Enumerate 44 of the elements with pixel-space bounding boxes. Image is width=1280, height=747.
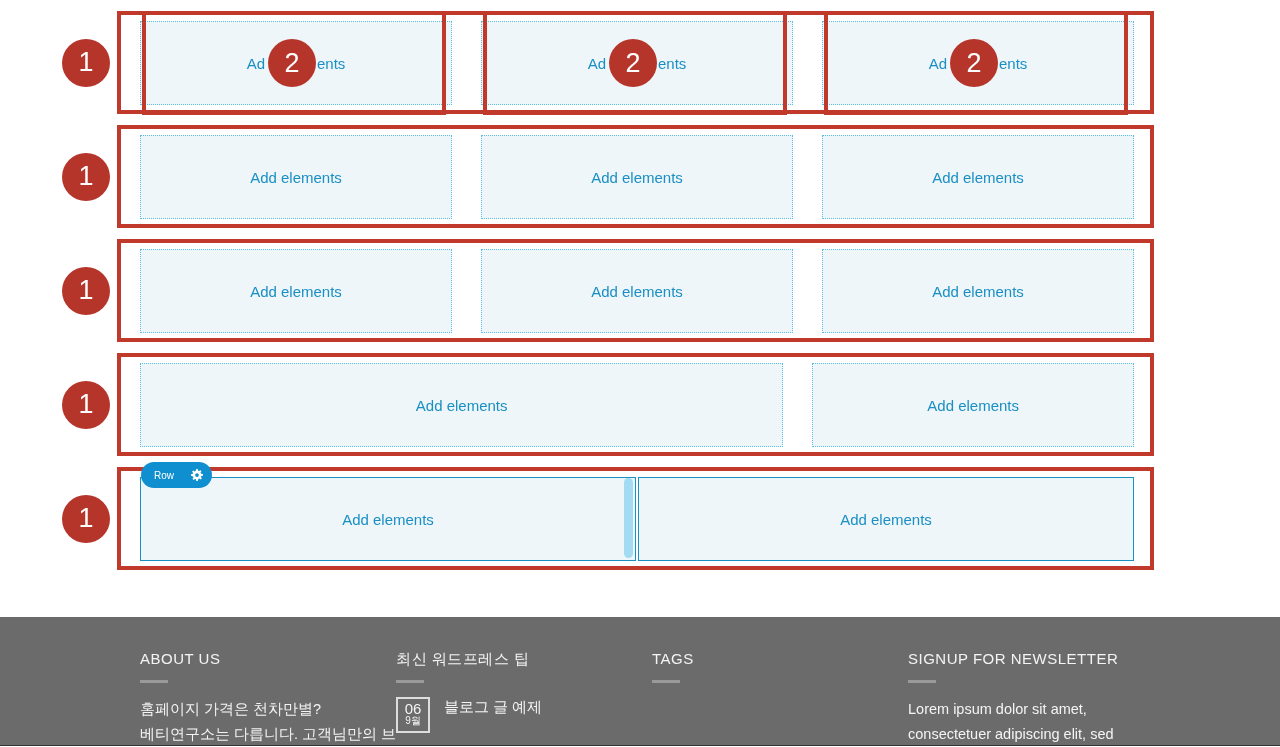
- add-elements-label: Add elements: [591, 168, 683, 186]
- callout-badge: 1: [62, 494, 110, 543]
- add-elements-label: ents: [317, 54, 346, 72]
- callout-badge: 1: [62, 266, 110, 315]
- add-elements-label: Add elements: [591, 282, 683, 300]
- column-dropzone[interactable]: Add elements: [140, 363, 784, 447]
- widget-text: 베티연구소는 다릅니다. 고객님만의 브: [140, 725, 396, 744]
- add-elements-label: Ad: [246, 54, 265, 72]
- add-elements-label: ents: [658, 54, 687, 72]
- column-dropzone[interactable]: Add elements: [822, 135, 1134, 219]
- add-elements-label: Add elements: [342, 510, 434, 528]
- row-tab[interactable]: Row: [141, 462, 212, 488]
- column-dropzone[interactable]: Add elements: [481, 249, 793, 333]
- widget-title: ABOUT US: [140, 649, 222, 669]
- widget-title: 최신 워드프레스 팁: [396, 649, 531, 669]
- post-link[interactable]: 블로그 글 예제: [444, 697, 543, 717]
- date-day: 06: [404, 701, 422, 716]
- resize-handle[interactable]: [624, 478, 633, 558]
- add-elements-label: Add elements: [932, 282, 1024, 300]
- callout-badge: 1: [62, 380, 110, 429]
- callout-badge: 1: [62, 152, 110, 201]
- add-elements-label: Add elements: [250, 282, 342, 300]
- add-elements-label: Ad: [928, 54, 947, 72]
- add-elements-label: Add elements: [250, 168, 342, 186]
- add-elements-label: Add elements: [927, 396, 1019, 414]
- column-dropzone[interactable]: Add elements: [140, 249, 452, 333]
- column-dropzone[interactable]: Add elements: [822, 249, 1134, 333]
- column-dropzone[interactable]: Add elements: [638, 477, 1134, 561]
- widget-text: Lorem ipsum dolor sit amet,: [908, 700, 1088, 719]
- widget-title: SIGNUP FOR NEWSLETTER: [908, 649, 1120, 669]
- settings-icon[interactable]: [191, 469, 203, 481]
- add-elements-label: Ad: [587, 54, 606, 72]
- add-elements-label: Add elements: [840, 510, 932, 528]
- add-elements-label: Add elements: [932, 168, 1024, 186]
- add-elements-label: ents: [999, 54, 1028, 72]
- widget-text: consectetuer adipiscing elit, sed: [908, 725, 1115, 744]
- column-dropzone[interactable]: Add elements: [140, 135, 452, 219]
- column-dropzone[interactable]: Add elements: [481, 135, 793, 219]
- add-elements-label: Add elements: [415, 396, 508, 414]
- widget-text: 홈페이지 가격은 천차만별?: [140, 700, 323, 719]
- column-dropzone[interactable]: Add elements: [812, 363, 1134, 447]
- widget-title: TAGS: [652, 649, 695, 669]
- date-month: 9월: [405, 716, 421, 726]
- callout-badge: 1: [62, 38, 110, 87]
